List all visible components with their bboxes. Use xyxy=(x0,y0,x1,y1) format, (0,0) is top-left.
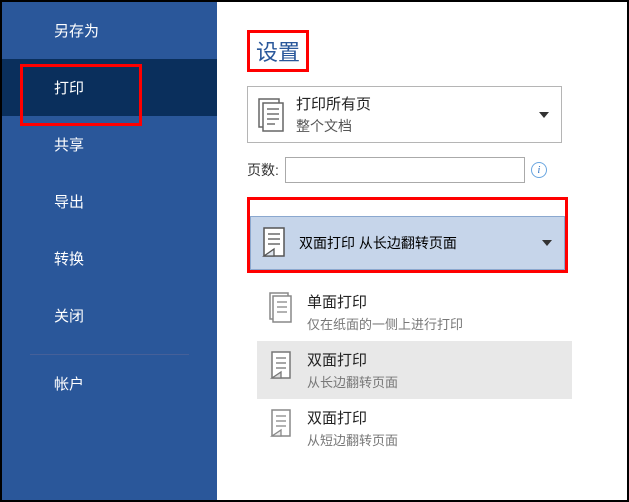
sidebar-item-convert[interactable]: 转换 xyxy=(2,230,217,287)
sidebar-item-close[interactable]: 关闭 xyxy=(2,287,217,344)
duplex-dropdown[interactable]: 双面打印 从长边翻转页面 xyxy=(250,216,565,270)
page-flip-icon xyxy=(267,349,295,383)
duplex-sub: 从长边翻转页面 xyxy=(359,235,457,251)
page-flip-icon xyxy=(259,225,289,261)
sidebar-item-label: 转换 xyxy=(54,251,84,268)
sidebar-item-print[interactable]: 打印 xyxy=(2,59,217,116)
sidebar-item-share[interactable]: 共享 xyxy=(2,116,217,173)
settings-heading: 设置 xyxy=(250,33,306,69)
content-panel: 设置 打印所有页 整个文档 页数: i xyxy=(217,2,627,500)
sidebar-item-export[interactable]: 导出 xyxy=(2,173,217,230)
option-title: 双面打印 xyxy=(307,407,398,428)
document-icon xyxy=(256,97,286,133)
page-flip-icon xyxy=(267,407,295,441)
option-title: 单面打印 xyxy=(307,291,463,312)
sidebar-item-save-as[interactable]: 另存为 xyxy=(2,2,217,59)
option-sub: 仅在纸面的一侧上进行打印 xyxy=(307,314,463,333)
option-sub: 从短边翻转页面 xyxy=(307,430,398,449)
print-scope-sub: 整个文档 xyxy=(296,116,535,136)
page-icon xyxy=(267,291,295,325)
sidebar-item-label: 关闭 xyxy=(54,308,84,325)
option-sub: 从长边翻转页面 xyxy=(307,372,398,391)
sidebar-item-account[interactable]: 帐户 xyxy=(2,355,217,412)
sidebar-item-label: 导出 xyxy=(54,194,84,211)
chevron-down-icon xyxy=(539,112,549,118)
option-single-sided[interactable]: 单面打印 仅在纸面的一侧上进行打印 xyxy=(257,283,572,341)
info-icon[interactable]: i xyxy=(531,162,547,178)
duplex-title: 双面打印 xyxy=(299,235,355,251)
sidebar-item-label: 打印 xyxy=(54,80,84,97)
annotation-highlight: 设置 xyxy=(247,30,309,72)
pages-input[interactable] xyxy=(285,157,525,183)
option-title: 双面打印 xyxy=(307,349,398,370)
sidebar-item-label: 另存为 xyxy=(54,23,99,40)
pages-row: 页数: i xyxy=(247,157,617,183)
duplex-option-list: 单面打印 仅在纸面的一侧上进行打印 双面打印 从长边翻转页面 xyxy=(257,283,572,457)
print-scope-title: 打印所有页 xyxy=(296,93,535,114)
sidebar-item-label: 共享 xyxy=(54,137,84,154)
annotation-highlight: 双面打印 从长边翻转页面 xyxy=(247,197,568,273)
option-duplex-long-edge[interactable]: 双面打印 从长边翻转页面 xyxy=(257,341,572,399)
option-duplex-short-edge[interactable]: 双面打印 从短边翻转页面 xyxy=(257,399,572,457)
pages-label: 页数: xyxy=(247,160,279,180)
sidebar: 另存为 打印 共享 导出 转换 关闭 帐户 xyxy=(2,2,217,500)
chevron-down-icon xyxy=(542,240,552,246)
print-scope-dropdown[interactable]: 打印所有页 整个文档 xyxy=(247,86,562,143)
sidebar-item-label: 帐户 xyxy=(54,376,84,393)
